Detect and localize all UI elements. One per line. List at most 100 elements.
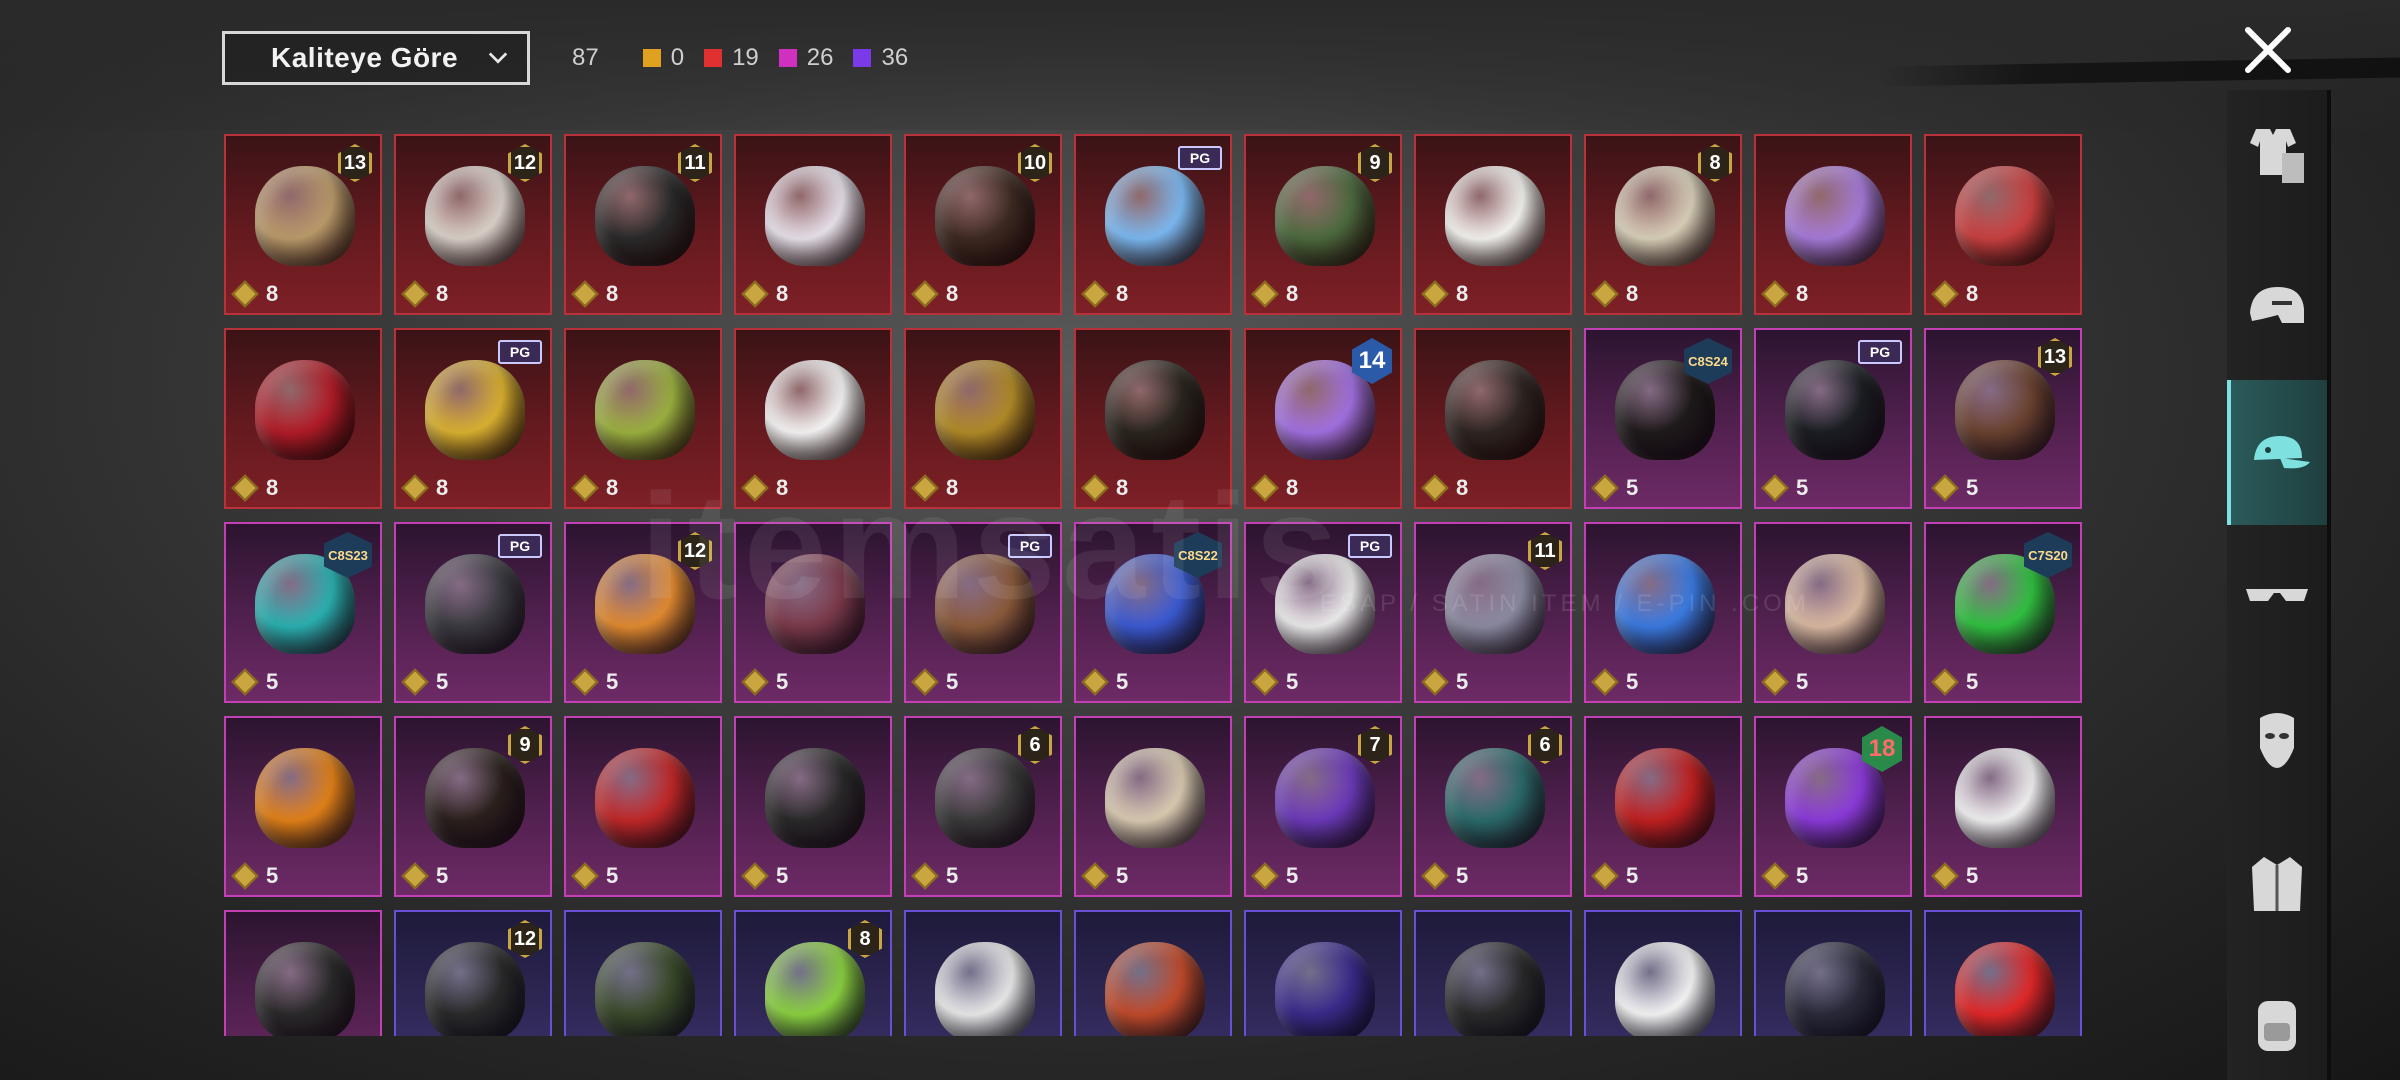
- epic-square-icon: [778, 49, 797, 67]
- item-card[interactable]: 8: [1924, 134, 2082, 315]
- item-card[interactable]: 65: [904, 716, 1062, 897]
- item-cost-value: 8: [1116, 475, 1129, 500]
- item-card[interactable]: 5: [224, 716, 382, 897]
- item-image: [1955, 166, 2055, 266]
- category-jacket[interactable]: [2227, 830, 2327, 938]
- category-backpack[interactable]: [2227, 970, 2327, 1078]
- item-card[interactable]: 5: [734, 716, 892, 897]
- tier-badge: PG: [498, 340, 542, 364]
- item-card[interactable]: C8S22 5: [1074, 522, 1232, 703]
- sort-dropdown[interactable]: Kaliteye Göre: [222, 31, 530, 85]
- item-card[interactable]: 5: [1584, 716, 1742, 897]
- item-cost: 5: [1761, 668, 1808, 696]
- item-card[interactable]: [1244, 910, 1402, 1036]
- item-card[interactable]: 98: [1244, 134, 1402, 315]
- gem-icon: [1761, 474, 1789, 502]
- item-image: [255, 748, 355, 848]
- item-card[interactable]: 13 8: [224, 134, 382, 315]
- item-card[interactable]: 8: [1074, 328, 1232, 509]
- item-card[interactable]: [1414, 910, 1572, 1036]
- item-card[interactable]: [1584, 910, 1742, 1036]
- item-card[interactable]: 8: [734, 910, 892, 1036]
- tier-badge: 8: [1698, 144, 1732, 182]
- item-cost-value: 8: [776, 475, 789, 500]
- item-cost: 8: [1421, 474, 1468, 502]
- outfit-icon: [2250, 129, 2304, 183]
- item-cost-value: 5: [266, 669, 279, 694]
- item-card[interactable]: PG 8: [1074, 134, 1232, 315]
- item-card[interactable]: 5: [1074, 716, 1232, 897]
- item-card[interactable]: 8: [904, 328, 1062, 509]
- item-cost-value: 5: [1796, 863, 1809, 888]
- item-card[interactable]: 5: [564, 716, 722, 897]
- item-card[interactable]: PG 5: [1244, 522, 1402, 703]
- category-glasses[interactable]: [2227, 540, 2327, 648]
- item-image: [595, 942, 695, 1036]
- total-count: 87: [572, 44, 599, 71]
- item-card[interactable]: PG 5: [904, 522, 1062, 703]
- chevron-down-icon: [488, 52, 508, 64]
- item-card[interactable]: [904, 910, 1062, 1036]
- item-card[interactable]: 5: [734, 522, 892, 703]
- item-card[interactable]: 11 5: [1414, 522, 1572, 703]
- item-card[interactable]: 12 8: [394, 134, 552, 315]
- item-card[interactable]: [564, 910, 722, 1036]
- item-card[interactable]: [1924, 910, 2082, 1036]
- item-card[interactable]: PG 5: [1754, 328, 1912, 509]
- item-card[interactable]: 8: [1414, 328, 1572, 509]
- item-image: [1615, 942, 1715, 1036]
- category-mask[interactable]: [2227, 685, 2327, 793]
- item-image: [1105, 748, 1205, 848]
- category-outfit[interactable]: [2227, 100, 2327, 208]
- helmet-icon: [2250, 287, 2304, 323]
- item-card[interactable]: 8: [1414, 134, 1572, 315]
- item-card[interactable]: 18 5: [1754, 716, 1912, 897]
- item-card[interactable]: [1074, 910, 1232, 1036]
- item-cost-value: 8: [1626, 281, 1639, 306]
- item-card[interactable]: 8: [564, 328, 722, 509]
- category-cap[interactable]: [2227, 380, 2327, 525]
- item-card[interactable]: 75: [1244, 716, 1402, 897]
- item-card[interactable]: PG 8: [394, 328, 552, 509]
- item-card[interactable]: 8: [734, 328, 892, 509]
- item-card[interactable]: 8: [1754, 134, 1912, 315]
- item-card[interactable]: [224, 910, 382, 1036]
- gem-icon: [231, 862, 259, 890]
- gem-icon: [1761, 280, 1789, 308]
- item-image: [425, 166, 525, 266]
- item-image: [1955, 748, 2055, 848]
- item-card[interactable]: 11 8: [564, 134, 722, 315]
- item-card[interactable]: 65: [1414, 716, 1572, 897]
- item-card[interactable]: C7S20 5: [1924, 522, 2082, 703]
- item-card[interactable]: 8: [734, 134, 892, 315]
- sidebar-edge: [2327, 90, 2331, 1080]
- gem-icon: [401, 862, 429, 890]
- item-card[interactable]: 5: [1924, 716, 2082, 897]
- close-icon[interactable]: [2240, 22, 2296, 78]
- item-card[interactable]: [1754, 910, 1912, 1036]
- category-helmet[interactable]: [2227, 254, 2327, 362]
- item-card[interactable]: 10 8: [904, 134, 1062, 315]
- item-card[interactable]: 5: [1754, 522, 1912, 703]
- item-card[interactable]: 12: [394, 910, 552, 1036]
- item-card[interactable]: 13 5: [1924, 328, 2082, 509]
- item-cost: 5: [231, 862, 279, 890]
- item-cost-value: 5: [606, 863, 619, 888]
- item-card[interactable]: 95: [394, 716, 552, 897]
- item-cost-value: 5: [266, 863, 279, 888]
- item-cost-value: 5: [946, 863, 959, 888]
- item-cost: 8: [741, 474, 789, 502]
- item-image: [935, 748, 1035, 848]
- item-image: [935, 166, 1035, 266]
- item-card[interactable]: 5: [1584, 522, 1742, 703]
- item-card[interactable]: C8S24 5: [1584, 328, 1742, 509]
- item-card[interactable]: 88: [1584, 134, 1742, 315]
- item-card[interactable]: 8: [224, 328, 382, 509]
- gem-icon: [571, 862, 599, 890]
- item-card[interactable]: C8S23 5: [224, 522, 382, 703]
- item-card[interactable]: PG 5: [394, 522, 552, 703]
- item-card[interactable]: 12 5: [564, 522, 722, 703]
- item-image: [595, 360, 695, 460]
- item-cost: 8: [571, 474, 618, 502]
- item-card[interactable]: 14 8: [1244, 328, 1402, 509]
